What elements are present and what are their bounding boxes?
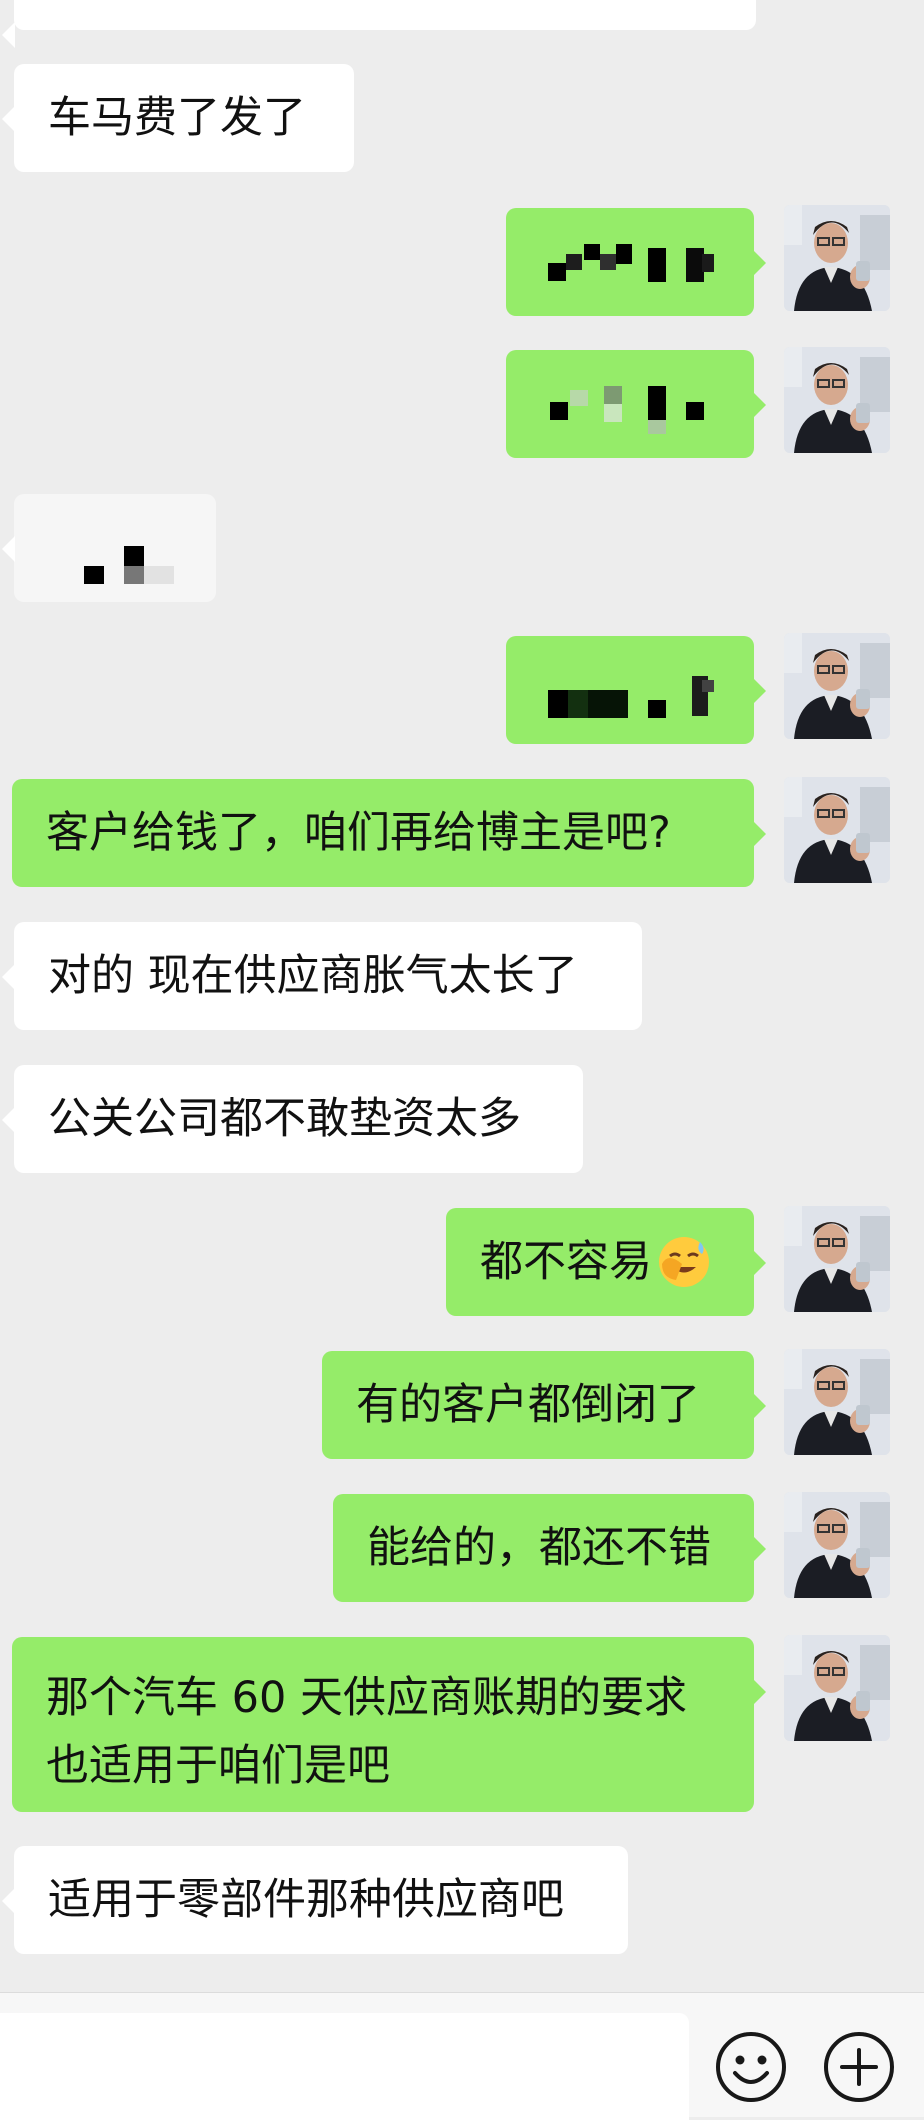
avatar[interactable] [784,1492,890,1598]
message-text: 都不容易 [480,1237,652,1287]
chat-area[interactable]: 车马费了发了 客户给钱了，咱们再给博主是吧? 对的 现在供应商胀气太长了 公关公… [0,0,924,1992]
message-text: 车马费了发了 [48,93,306,143]
message-text: 能给的，都还不错 [367,1523,711,1573]
message-text: 客户给钱了，咱们再给博主是吧? [46,808,671,858]
message-bubble-incoming[interactable]: 公关公司都不敢垫资太多 [2,1065,583,1173]
avatar[interactable] [784,633,890,739]
message-bubble-outgoing-redacted[interactable] [506,208,766,316]
message-bubble-outgoing[interactable]: 都不容易 [446,1208,766,1316]
message-bubble-outgoing-redacted[interactable] [506,350,766,458]
avatar[interactable] [784,205,890,311]
message-bubble-incoming[interactable]: 对的 现在供应商胀气太长了 [2,922,642,1030]
message-text-line: 也适用于咱们是吧 [46,1741,390,1791]
message-input[interactable] [0,2013,689,2120]
avatar[interactable] [784,1206,890,1312]
message-bubble-incoming[interactable]: 适用于零部件那种供应商吧 [2,1846,628,1954]
message-bubble-outgoing[interactable]: 能给的，都还不错 [333,1494,766,1602]
message-bubble-partial[interactable] [2,0,756,48]
message-text: 有的客户都倒闭了 [356,1380,700,1430]
emoji-icon[interactable] [713,2029,789,2105]
message-bubble-incoming-redacted[interactable] [2,494,216,602]
message-bubble-outgoing[interactable]: 客户给钱了，咱们再给博主是吧? [12,779,766,887]
grinning-sweat-cover-face-emoji [656,1234,712,1290]
message-bubble-outgoing[interactable]: 那个汽车 60 天供应商账期的要求 也适用于咱们是吧 [12,1637,766,1812]
message-text: 适用于零部件那种供应商吧 [48,1875,564,1925]
avatar[interactable] [784,777,890,883]
message-bubble-outgoing-redacted[interactable] [506,636,766,744]
plus-icon[interactable] [821,2029,897,2105]
avatar[interactable] [784,347,890,453]
input-bar [0,1992,924,2120]
message-bubble-outgoing[interactable]: 有的客户都倒闭了 [322,1351,766,1459]
avatar[interactable] [784,1349,890,1455]
message-text: 公关公司都不敢垫资太多 [48,1094,521,1144]
message-text-line: 那个汽车 60 天供应商账期的要求 [46,1673,688,1723]
message-bubble-incoming[interactable]: 车马费了发了 [2,64,354,172]
avatar[interactable] [784,1635,890,1741]
message-text: 对的 现在供应商胀气太长了 [48,951,578,1001]
